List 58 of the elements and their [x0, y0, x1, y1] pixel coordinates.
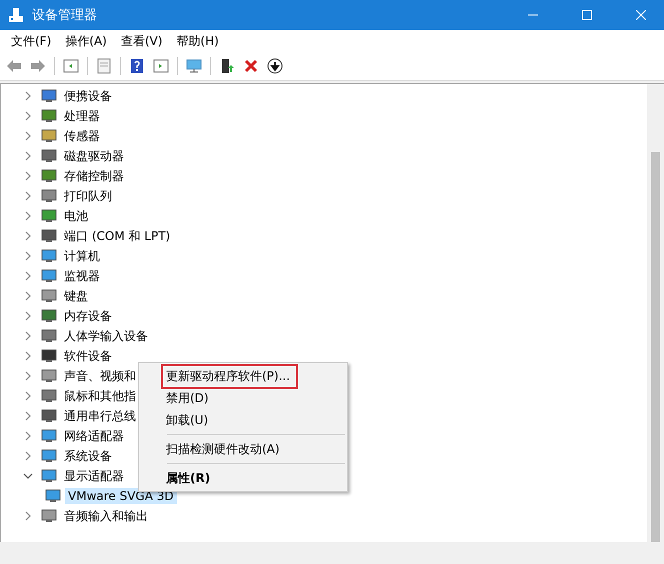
tree-item[interactable]: 音频输入和输出 [61, 506, 151, 526]
device-icon [41, 308, 57, 324]
menu-option[interactable]: 更新驱动程序软件(P)... [163, 366, 296, 386]
tree-item[interactable]: 打印队列 [61, 186, 115, 206]
menu-item[interactable]: 查看(V) [114, 32, 170, 50]
menu-option[interactable]: 属性(R) [163, 468, 216, 488]
tree-item[interactable]: 计算机 [61, 246, 103, 266]
tree-item[interactable]: 显示适配器 [61, 466, 127, 486]
menu-option[interactable]: 卸载(U) [163, 410, 214, 430]
device-icon [41, 128, 57, 144]
device-icon [45, 488, 61, 504]
tree-item[interactable]: 系统设备 [61, 446, 115, 466]
download-icon[interactable] [265, 56, 285, 76]
device-icon [41, 268, 57, 284]
device-icon [41, 288, 57, 304]
tree-item[interactable]: 键盘 [61, 286, 91, 306]
tree-item[interactable]: 鼠标和其他指 [61, 386, 139, 406]
menu-item[interactable]: 帮助(H) [169, 32, 226, 50]
device-icon [41, 428, 57, 444]
device-icon [41, 168, 57, 184]
tree-item[interactable]: 处理器 [61, 106, 103, 126]
device-icon [41, 508, 57, 524]
menu-item[interactable]: 操作(A) [58, 32, 114, 50]
tree-item[interactable]: 网络适配器 [61, 426, 127, 446]
tree-item[interactable]: 声音、视频和 [61, 366, 139, 386]
scrollbar[interactable] [647, 84, 664, 542]
device-icon [41, 468, 57, 484]
device-icon [41, 188, 57, 204]
device-icon [41, 148, 57, 164]
maximize-icon [582, 10, 592, 20]
device-icon [41, 208, 57, 224]
device-icon [41, 108, 57, 124]
tree-item[interactable]: 软件设备 [61, 346, 115, 366]
app-icon [8, 7, 24, 23]
device-icon [41, 388, 57, 404]
menu-option[interactable]: 扫描检测硬件改动(A) [163, 438, 286, 460]
tree-item[interactable]: 电池 [61, 206, 91, 226]
device-icon [41, 88, 57, 104]
device-icon [41, 448, 57, 464]
device-icon [41, 348, 57, 364]
device-icon [41, 248, 57, 264]
tree-item[interactable]: 人体学输入设备 [61, 326, 151, 346]
tree-item[interactable]: 传感器 [61, 126, 103, 146]
device-icon [41, 228, 57, 244]
device-icon [41, 368, 57, 384]
window-title: 设备管理器 [32, 7, 98, 24]
tree-item[interactable]: 内存设备 [61, 306, 115, 326]
close-icon [636, 10, 646, 20]
menu-item[interactable]: 文件(F) [4, 32, 58, 50]
device-icon [41, 328, 57, 344]
tree-item[interactable]: 磁盘驱动器 [61, 146, 127, 166]
tree-item[interactable]: 存储控制器 [61, 166, 127, 186]
tree-item[interactable]: 监视器 [61, 266, 103, 286]
tree-item[interactable]: 便携设备 [61, 86, 115, 106]
menu-option[interactable]: 禁用(D) [163, 388, 215, 408]
tree-item[interactable]: 通用串行总线 [61, 406, 139, 426]
device-icon [41, 408, 57, 424]
tree-item[interactable]: 端口 (COM 和 LPT) [61, 226, 174, 246]
